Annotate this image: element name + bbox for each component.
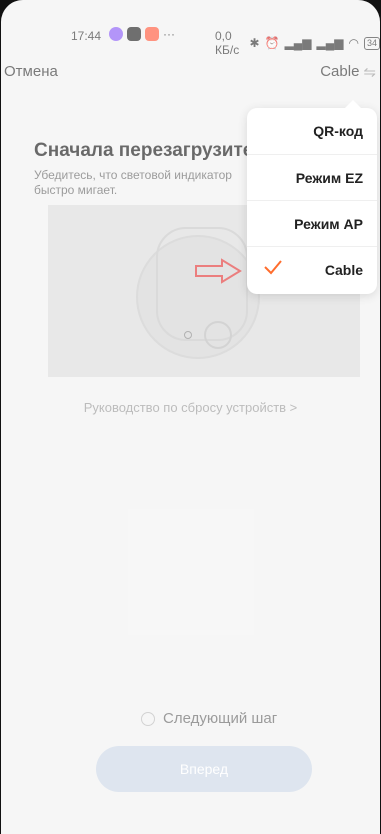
menu-item-label: QR-код <box>313 123 363 139</box>
menu-item-label: Режим EZ <box>295 169 363 186</box>
menu-item-ap[interactable]: Режим AP <box>247 200 377 246</box>
menu-item-qr[interactable]: QR-код <box>247 108 377 154</box>
phone-screen: 17:44 ··· 0,0 КБ/с ✱ ⏰ ▂▄▆ ▂▄▆ ◠ 34 Отме… <box>1 0 380 834</box>
menu-item-cable[interactable]: Cable <box>247 246 377 292</box>
mode-menu: QR-код Режим EZ Режим AP Cable <box>247 100 377 294</box>
menu-item-ez[interactable]: Режим EZ <box>247 154 377 200</box>
menu-item-label: Cable <box>324 261 363 278</box>
menu-item-label: Режим AP <box>294 215 363 232</box>
checkmark-icon <box>264 260 282 275</box>
